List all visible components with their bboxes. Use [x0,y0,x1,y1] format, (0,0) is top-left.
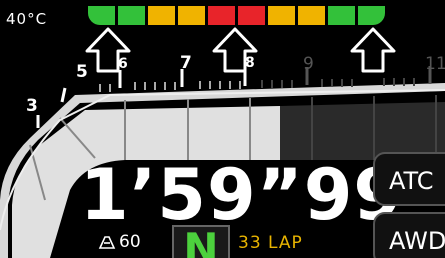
rpm-tick-label: 3 [26,96,38,116]
rpm-tick-label: 11 [425,54,445,74]
awd-button[interactable]: AWD [373,212,445,258]
shift-light [358,6,385,25]
dashboard-display: 40°C 3 5 6 7 8 9 11 1’59”99 ATC AWD 60 N… [0,0,445,258]
rpm-tick-label: 5 [76,62,88,82]
rpm-tick-label: 7 [180,53,192,73]
fuel-icon [98,236,116,249]
shift-light [88,6,115,25]
shift-light [298,6,325,25]
gear-indicator: N [172,225,230,258]
shift-light [118,6,145,25]
lap-time: 1’59”99 [80,154,404,236]
atc-button[interactable]: ATC [373,152,445,206]
shift-light [148,6,175,25]
temperature-readout: 40°C [6,10,48,28]
fuel-value: 60 [119,232,141,252]
shift-light [238,6,265,25]
shift-light-bar [88,6,385,25]
shift-light [178,6,205,25]
rpm-tick-label: 8 [245,55,255,71]
lap-counter: 33 LAP [238,233,303,253]
rpm-tick-label: 6 [118,56,128,72]
shift-light [208,6,235,25]
rpm-tick-label: 9 [303,54,314,74]
fuel-readout: 60 [98,232,141,252]
shift-light [268,6,295,25]
shift-up-arrow-icon [350,27,396,73]
shift-light [328,6,355,25]
